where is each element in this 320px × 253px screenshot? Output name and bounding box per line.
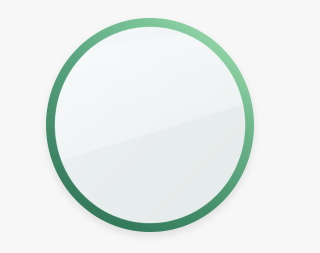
- app-icon-canvas: [0, 0, 300, 253]
- glass-orb-graphic: [46, 18, 254, 232]
- glass-orb-icon[interactable]: [42, 14, 258, 236]
